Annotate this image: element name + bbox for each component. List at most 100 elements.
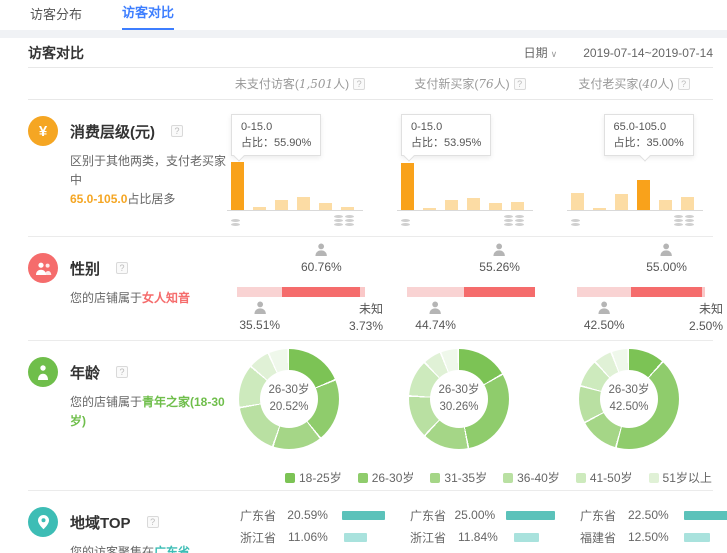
legend-item[interactable]: 51岁以上 <box>649 469 712 486</box>
date-type-dropdown[interactable]: 日期∨ <box>524 44 558 61</box>
male-pct: 42.50% <box>584 318 625 332</box>
region-pct: 11.06% <box>288 530 344 544</box>
tooltip-pct: 占比：35.00% <box>614 135 684 151</box>
region-description: 您的访客聚集在广东省 <box>70 543 230 553</box>
bar[interactable] <box>275 200 288 210</box>
legend-item[interactable]: 18-25岁 <box>285 469 342 486</box>
male-stat: 44.74% <box>415 301 456 332</box>
gender-icon <box>28 253 58 283</box>
consumption-chart-repeat[interactable]: 65.0-105.0占比：35.00% <box>571 108 721 226</box>
region-list-repeat: 广东省22.50%福建省12.50% <box>555 491 727 553</box>
region-name: 浙江省 <box>410 529 458 546</box>
region-bar <box>506 511 555 520</box>
region-row: 浙江省11.06% <box>240 527 385 547</box>
bar[interactable] <box>571 193 584 210</box>
tooltip-range: 0-15.0 <box>411 119 481 135</box>
female-stat: 55.00% <box>646 243 687 274</box>
consumption-chart-unpaid[interactable]: 0-15.0占比：55.90% <box>231 108 381 226</box>
gender-chart-repeat[interactable]: 55.00%42.50%未知2.50% <box>569 243 719 331</box>
age-legend: 18-25岁26-30岁31-35岁36-40岁41-50岁51岁以上蒙面侠 <box>215 465 713 490</box>
legend-item[interactable]: 31-35岁 <box>430 469 487 486</box>
bar[interactable] <box>467 198 480 210</box>
tab-visitor-comparison[interactable]: 访客对比 <box>122 2 174 30</box>
region-pct: 25.00% <box>454 508 506 522</box>
bar[interactable] <box>297 197 310 210</box>
donut-center-pct: 30.26% <box>439 399 478 416</box>
female-segment <box>282 287 360 297</box>
region-name: 浙江省 <box>240 529 288 546</box>
gender-bar[interactable] <box>407 287 535 297</box>
female-stat: 60.76% <box>301 243 342 274</box>
column-header-new-buyers: 支付新买家(76人)? <box>385 75 555 92</box>
divider-strip <box>0 30 727 38</box>
gender-highlight: 女人知音 <box>142 291 190 305</box>
bar[interactable] <box>489 203 502 210</box>
date-range-picker[interactable]: 2019-07-14~2019-07-14 <box>583 46 713 60</box>
region-row: 广东省25.00% <box>410 505 555 525</box>
unknown-segment <box>702 287 705 297</box>
male-stat: 35.51% <box>239 301 280 332</box>
gender-chart-unpaid[interactable]: 60.76%35.51%未知3.73% <box>229 243 379 331</box>
bar[interactable] <box>637 180 650 210</box>
region-bar <box>684 533 710 542</box>
bar[interactable] <box>659 200 672 210</box>
help-icon[interactable]: ? <box>171 125 183 137</box>
legend-swatch <box>358 473 368 483</box>
legend-item[interactable]: 36-40岁 <box>503 469 560 486</box>
age-donut-unpaid[interactable]: 26-30岁20.52% <box>239 349 339 449</box>
region-highlight: 广东省 <box>154 545 190 553</box>
legend-item[interactable]: 26-30岁 <box>358 469 415 486</box>
bar[interactable] <box>445 200 458 210</box>
unknown-stat: 未知2.50% <box>689 301 723 335</box>
male-pct: 44.74% <box>415 318 456 332</box>
coin-icons <box>571 215 694 226</box>
gender-chart-new[interactable]: 55.26%44.74% <box>399 243 549 331</box>
coin-icons <box>231 215 354 226</box>
consumption-description: 区别于其他两类，支付老买家中 65.0-105.0占比居多 <box>70 152 230 209</box>
legend-item[interactable]: 41-50岁 <box>576 469 633 486</box>
bar[interactable] <box>681 197 694 210</box>
region-list-unpaid: 广东省20.59%浙江省11.06% <box>215 491 385 553</box>
gender-bar[interactable] <box>237 287 365 297</box>
section-title-gender: 性别 <box>70 258 100 279</box>
region-row: 广东省20.59% <box>240 505 385 525</box>
bar[interactable] <box>231 162 244 210</box>
column-header-unpaid: 未支付访客(1,501人)? <box>215 75 385 92</box>
help-icon[interactable]: ? <box>116 366 128 378</box>
age-icon <box>28 357 58 387</box>
region-bar <box>342 511 385 520</box>
legend-swatch <box>503 473 513 483</box>
help-icon[interactable]: ? <box>147 516 159 528</box>
gender-bar[interactable] <box>577 287 705 297</box>
help-icon[interactable]: ? <box>514 78 526 90</box>
age-donut-repeat[interactable]: 26-30岁42.50% <box>579 349 679 449</box>
card-header: 访客对比 日期∨ 2019-07-14~2019-07-14 <box>28 38 713 68</box>
help-icon[interactable]: ? <box>678 78 690 90</box>
unknown-stat: 未知3.73% <box>349 301 383 335</box>
male-icon <box>597 301 612 314</box>
bar[interactable] <box>615 194 628 210</box>
bar[interactable] <box>511 202 524 210</box>
female-icon <box>659 243 674 256</box>
male-icon <box>428 301 443 314</box>
help-icon[interactable]: ? <box>116 262 128 274</box>
legend-swatch <box>430 473 440 483</box>
female-segment <box>631 287 701 297</box>
male-segment <box>577 287 631 297</box>
bar[interactable] <box>319 203 332 210</box>
region-list-new: 广东省25.00%浙江省11.84% <box>385 491 555 553</box>
female-pct: 60.76% <box>301 260 342 274</box>
female-pct: 55.00% <box>646 260 687 274</box>
legend-label: 18-25岁 <box>299 469 342 486</box>
age-donut-new[interactable]: 26-30岁30.26% <box>409 349 509 449</box>
help-icon[interactable]: ? <box>353 78 365 90</box>
female-icon <box>314 243 329 256</box>
consumption-chart-new[interactable]: 0-15.0占比：53.95% <box>401 108 551 226</box>
axis-line <box>567 210 703 211</box>
bar[interactable] <box>401 163 414 210</box>
region-row <box>580 549 727 553</box>
female-icon <box>492 243 507 256</box>
donut-center-label: 26-30岁 <box>609 382 650 399</box>
region-bar <box>684 511 727 520</box>
tab-visitor-distribution[interactable]: 访客分布 <box>30 4 82 30</box>
